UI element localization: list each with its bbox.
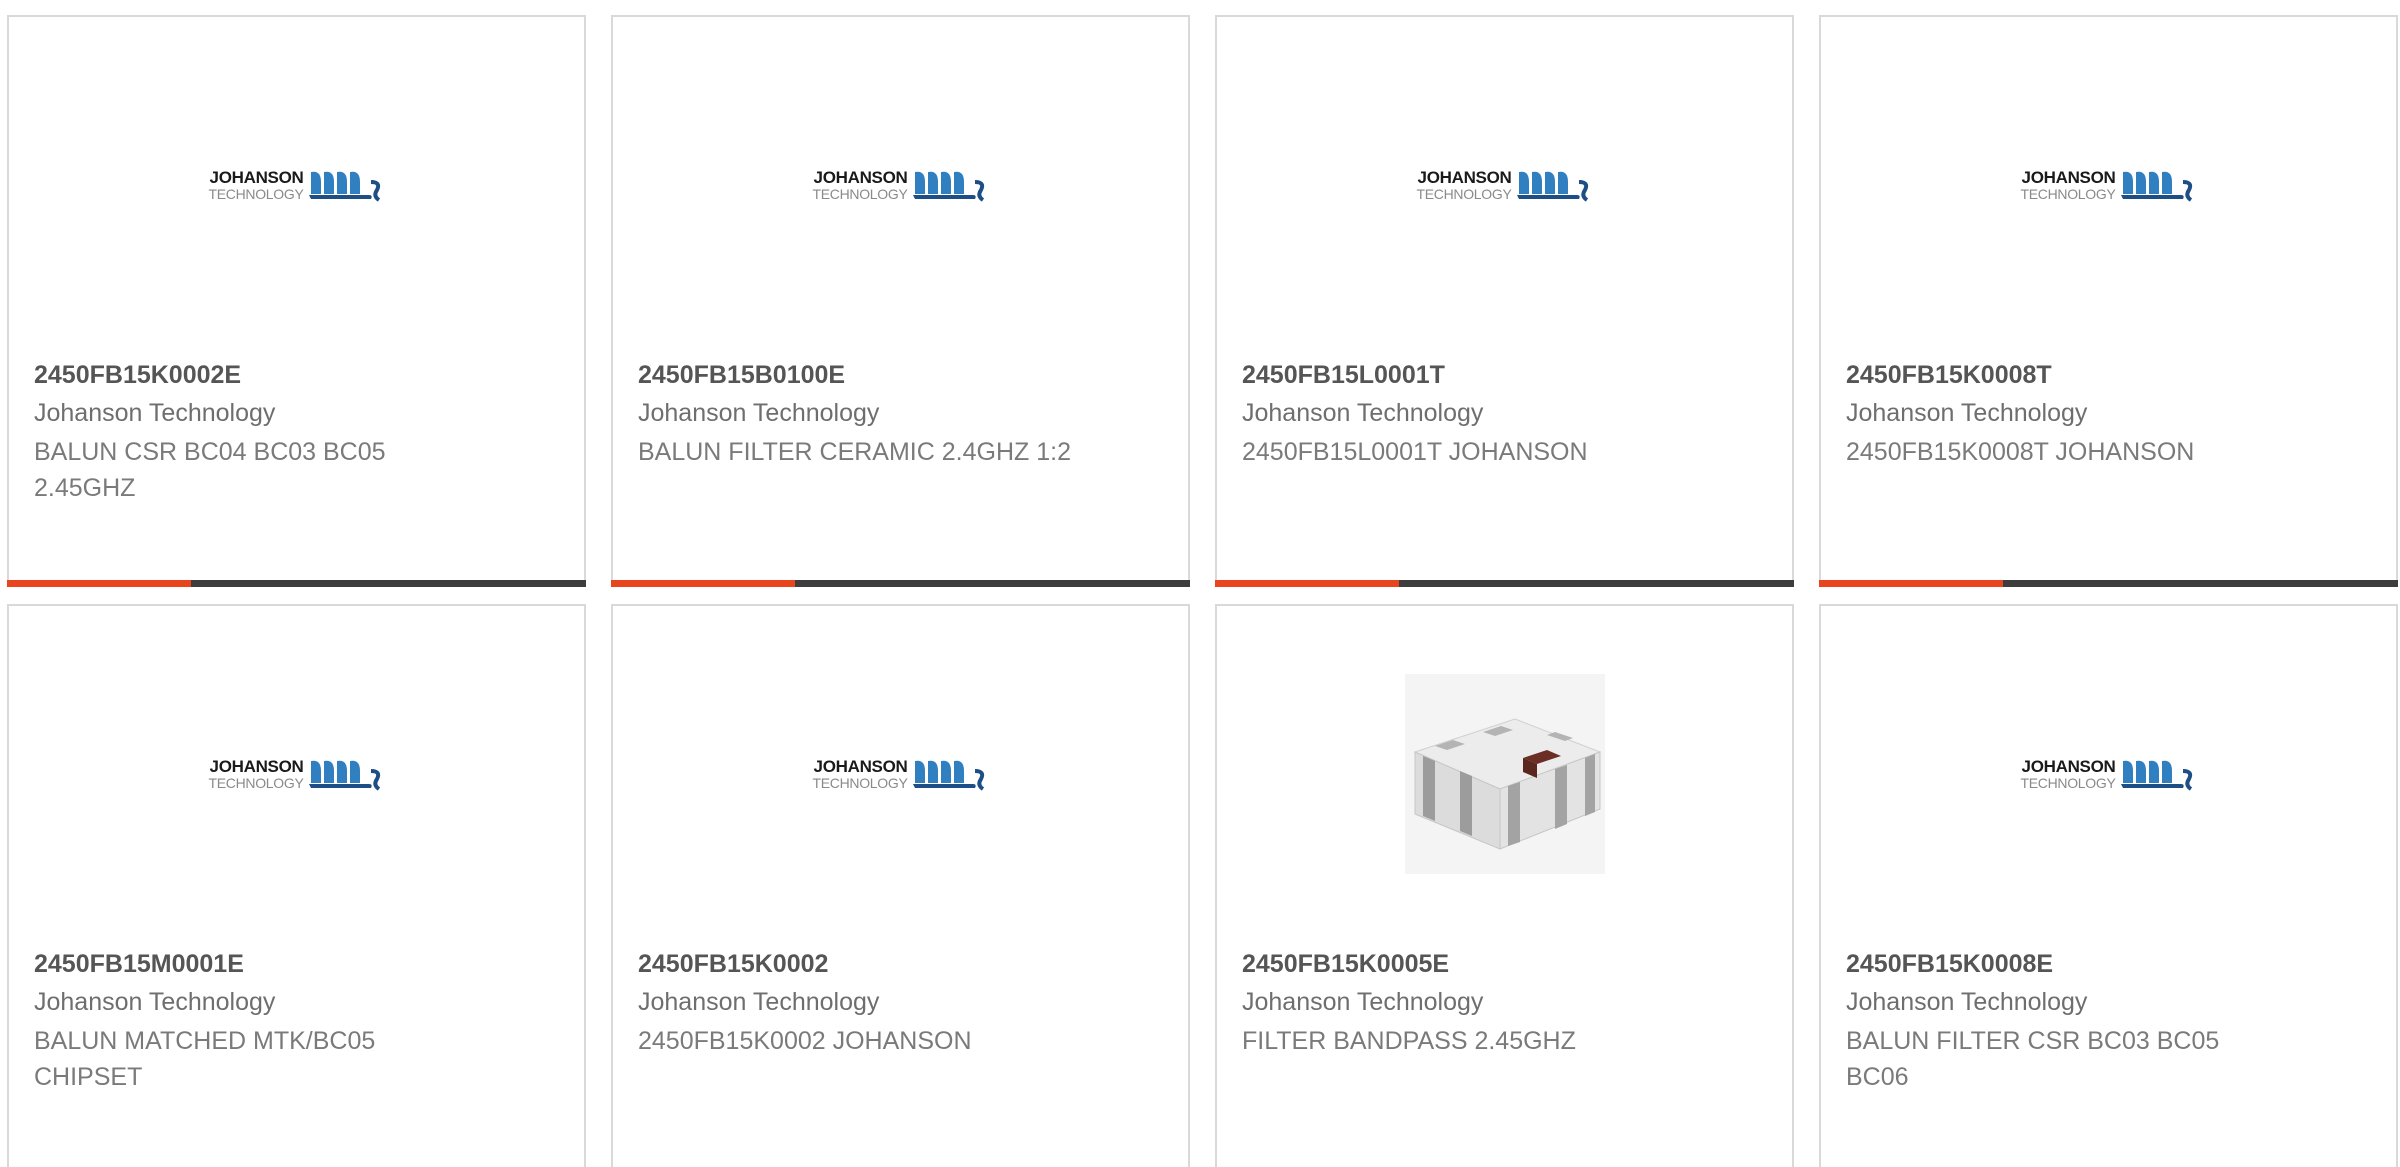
product-image[interactable]: JOHANSON TECHNOLOGY: [613, 606, 1188, 941]
ship-logo-icon: [1516, 171, 1588, 202]
logo-text-top: JOHANSON: [209, 756, 304, 776]
product-grid: JOHANSON TECHNOLOGY 2450FB15K0002E Johan…: [0, 0, 2400, 1167]
johanson-logo: JOHANSON TECHNOLOGY: [812, 757, 988, 791]
part-number[interactable]: 2450FB15M0001E: [34, 949, 564, 979]
logo-text-top: JOHANSON: [2021, 756, 2116, 776]
description: BALUN FILTER CSR BC03 BC05 BC06: [1846, 1027, 2220, 1091]
description: FILTER BANDPASS 2.45GHZ: [1242, 1027, 1576, 1055]
ceramic-chip-photo: [1404, 673, 1605, 874]
logo-text-bottom: TECHNOLOGY: [208, 185, 304, 202]
product-image[interactable]: JOHANSON TECHNOLOGY: [9, 17, 584, 352]
part-number[interactable]: 2450FB15K0008E: [1846, 949, 2376, 979]
ship-logo-icon: [2120, 171, 2192, 202]
logo-text-bottom: TECHNOLOGY: [1416, 185, 1512, 202]
part-number[interactable]: 2450FB15L0001T: [1242, 360, 1772, 390]
ship-logo-icon: [912, 760, 984, 791]
product-image[interactable]: JOHANSON TECHNOLOGY: [9, 606, 584, 941]
product-card[interactable]: 2450FB15K0005E Johanson Technology FILTE…: [1215, 604, 1794, 1167]
johanson-logo: JOHANSON TECHNOLOGY: [1416, 168, 1592, 202]
part-number[interactable]: 2450FB15K0002: [638, 949, 1168, 979]
part-number[interactable]: 2450FB15K0002E: [34, 360, 564, 390]
manufacturer: Johanson Technology: [638, 399, 880, 427]
johanson-logo: JOHANSON TECHNOLOGY: [812, 168, 988, 202]
logo-text-top: JOHANSON: [813, 167, 908, 187]
logo-text-top: JOHANSON: [1417, 167, 1512, 187]
description: BALUN CSR BC04 BC03 BC05 2.45GHZ: [34, 438, 386, 502]
description: 2450FB15L0001T JOHANSON: [1242, 438, 1588, 466]
ship-logo-icon: [912, 171, 984, 202]
johanson-logo: JOHANSON TECHNOLOGY: [2020, 168, 2196, 202]
product-image[interactable]: JOHANSON TECHNOLOGY: [1217, 17, 1792, 352]
card-bottom-bar: [7, 580, 586, 587]
product-card[interactable]: JOHANSON TECHNOLOGY 2450FB15L0001T Johan…: [1215, 15, 1794, 587]
johanson-logo: JOHANSON TECHNOLOGY: [2020, 757, 2196, 791]
product-image[interactable]: JOHANSON TECHNOLOGY: [1821, 606, 2396, 941]
logo-text-bottom: TECHNOLOGY: [208, 774, 304, 791]
logo-text-top: JOHANSON: [2021, 167, 2116, 187]
card-bottom-bar: [611, 580, 1190, 587]
card-bottom-bar: [1215, 580, 1794, 587]
manufacturer: Johanson Technology: [638, 988, 880, 1016]
card-bottom-bar: [1819, 580, 2398, 587]
ship-logo-icon: [308, 760, 380, 791]
product-image[interactable]: JOHANSON TECHNOLOGY: [613, 17, 1188, 352]
description: 2450FB15K0008T JOHANSON: [1846, 438, 2195, 466]
description: BALUN MATCHED MTK/BC05 CHIPSET: [34, 1027, 376, 1091]
product-card[interactable]: JOHANSON TECHNOLOGY 2450FB15K0002E Johan…: [7, 15, 586, 587]
product-card[interactable]: JOHANSON TECHNOLOGY 2450FB15B0100E Johan…: [611, 15, 1190, 587]
product-card[interactable]: JOHANSON TECHNOLOGY 2450FB15K0002 Johans…: [611, 604, 1190, 1167]
part-number[interactable]: 2450FB15B0100E: [638, 360, 1168, 390]
manufacturer: Johanson Technology: [1242, 988, 1484, 1016]
manufacturer: Johanson Technology: [34, 988, 276, 1016]
ship-logo-icon: [2120, 760, 2192, 791]
product-card[interactable]: JOHANSON TECHNOLOGY 2450FB15K0008T Johan…: [1819, 15, 2398, 587]
product-image[interactable]: [1217, 606, 1792, 941]
part-number[interactable]: 2450FB15K0005E: [1242, 949, 1772, 979]
logo-text-top: JOHANSON: [813, 756, 908, 776]
logo-text-bottom: TECHNOLOGY: [812, 774, 908, 791]
johanson-logo: JOHANSON TECHNOLOGY: [208, 757, 384, 791]
product-card[interactable]: JOHANSON TECHNOLOGY 2450FB15M0001E Johan…: [7, 604, 586, 1167]
manufacturer: Johanson Technology: [1846, 988, 2088, 1016]
logo-text-top: JOHANSON: [209, 167, 304, 187]
description: BALUN FILTER CERAMIC 2.4GHZ 1:2: [638, 438, 1071, 466]
part-number[interactable]: 2450FB15K0008T: [1846, 360, 2376, 390]
ship-logo-icon: [308, 171, 380, 202]
description: 2450FB15K0002 JOHANSON: [638, 1027, 972, 1055]
manufacturer: Johanson Technology: [1242, 399, 1484, 427]
logo-text-bottom: TECHNOLOGY: [2020, 774, 2116, 791]
logo-text-bottom: TECHNOLOGY: [812, 185, 908, 202]
johanson-logo: JOHANSON TECHNOLOGY: [208, 168, 384, 202]
manufacturer: Johanson Technology: [1846, 399, 2088, 427]
manufacturer: Johanson Technology: [34, 399, 276, 427]
product-card[interactable]: JOHANSON TECHNOLOGY 2450FB15K0008E Johan…: [1819, 604, 2398, 1167]
logo-text-bottom: TECHNOLOGY: [2020, 185, 2116, 202]
product-image[interactable]: JOHANSON TECHNOLOGY: [1821, 17, 2396, 352]
